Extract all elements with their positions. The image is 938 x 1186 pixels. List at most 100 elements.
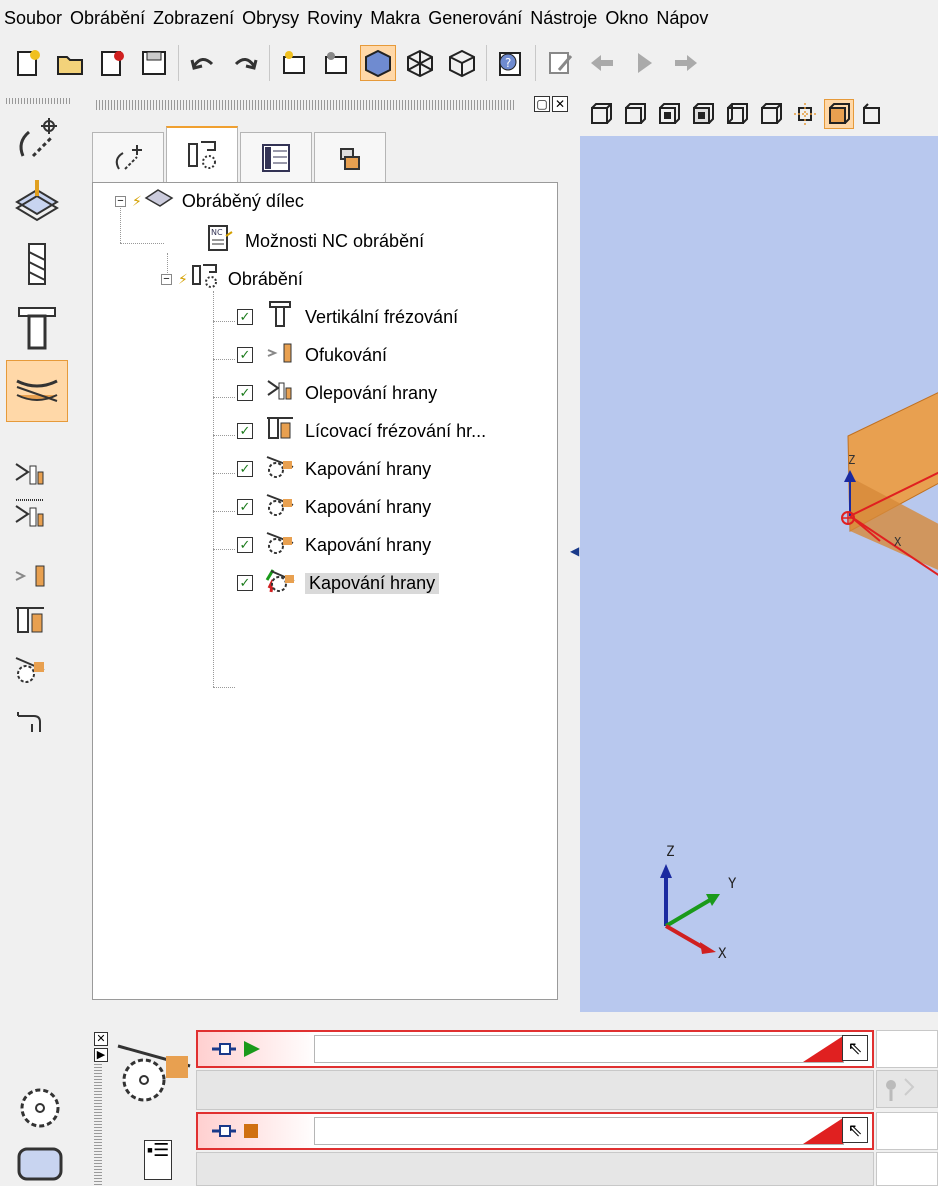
enabled-checkbox[interactable]: ✓ <box>237 347 253 363</box>
menu-zobrazeni[interactable]: Zobrazení <box>149 8 238 29</box>
tree-node-label: Ofukování <box>305 344 388 365</box>
menu-obrysy[interactable]: Obrysy <box>238 8 303 29</box>
edge-banding-icon[interactable] <box>10 456 50 492</box>
enabled-checkbox[interactable]: ✓ <box>237 461 253 477</box>
menu-nastroje[interactable]: Nástroje <box>526 8 601 29</box>
flush-trim-icon <box>263 414 297 449</box>
air-blow-icon[interactable] <box>10 556 50 592</box>
panel-grip[interactable] <box>96 100 516 110</box>
collapse-panel-arrow-icon[interactable]: ◀ <box>570 544 579 558</box>
tree-node-label: Vertikální frézování <box>305 306 459 327</box>
new-document-icon[interactable] <box>10 45 46 81</box>
tree-node-flush-trim[interactable]: ✓ Lícovací frézování hr... <box>237 415 486 447</box>
bottom-panel-close-icon[interactable]: ✕ <box>94 1032 108 1046</box>
enabled-checkbox[interactable]: ✓ <box>237 499 253 515</box>
tree-node-saw-cut-1[interactable]: ✓ Kapování hrany <box>237 453 431 485</box>
undo-icon[interactable] <box>185 45 221 81</box>
part-outline-icon[interactable] <box>10 1140 70 1186</box>
menu-makra[interactable]: Makra <box>366 8 424 29</box>
panel-maximize-icon[interactable]: ▢ <box>534 96 550 112</box>
bottom-panel-grip[interactable] <box>94 1064 102 1186</box>
3d-viewport[interactable]: Z X Z Y X <box>580 136 938 1012</box>
new-part-icon[interactable] <box>276 45 312 81</box>
left-toolbar-grip[interactable] <box>6 98 72 104</box>
view-bottom-icon[interactable] <box>688 99 718 129</box>
enabled-checkbox[interactable]: ✓ <box>237 575 253 591</box>
tree-node-saw-cut-4[interactable]: ✓ Kapování hrany <box>237 567 440 599</box>
tree-node-label: Kapování hrany <box>305 534 432 555</box>
open-folder-icon[interactable] <box>52 45 88 81</box>
tree-node-label: Obrábění <box>227 268 303 289</box>
save-icon[interactable] <box>136 45 172 81</box>
part-z-label: Z <box>848 453 855 467</box>
start-point-field[interactable] <box>314 1035 844 1063</box>
tab-coordinates[interactable] <box>240 132 312 182</box>
collapse-icon[interactable]: − <box>161 273 172 285</box>
close-document-icon[interactable] <box>94 45 130 81</box>
tab-contour[interactable] <box>92 132 164 182</box>
end-point-field[interactable] <box>314 1117 844 1145</box>
view-left-icon[interactable] <box>722 99 752 129</box>
enabled-checkbox[interactable]: ✓ <box>237 537 253 553</box>
tab-machining[interactable] <box>166 126 238 182</box>
barcode-edge-banding-icon[interactable] <box>10 496 50 532</box>
view-top-icon[interactable] <box>654 99 684 129</box>
edit-icon[interactable] <box>542 45 578 81</box>
enabled-checkbox[interactable]: ✓ <box>237 423 253 439</box>
vertical-milling-tool-icon[interactable] <box>6 300 68 356</box>
tree-node-root[interactable]: − ⚡ Obráběný dílec <box>115 185 304 217</box>
tree-connector <box>213 359 235 360</box>
menu-obrabeni[interactable]: Obrábění <box>66 8 149 29</box>
hidden-line-view-icon[interactable] <box>444 45 480 81</box>
tree-node-vertical-milling[interactable]: ✓ Vertikální frézování <box>237 300 459 333</box>
tree-node-label: Olepování hrany <box>305 382 438 403</box>
saw-blade-icon[interactable] <box>10 1078 70 1138</box>
view-iso-icon[interactable] <box>824 99 854 129</box>
enabled-checkbox[interactable]: ✓ <box>237 385 253 401</box>
edge-tool-icon[interactable] <box>6 360 68 422</box>
saw-cut-icon[interactable] <box>10 650 50 686</box>
part-settings-icon[interactable] <box>318 45 354 81</box>
drill-tool-icon[interactable] <box>6 236 68 292</box>
tree-node-nc-options[interactable]: NC Možnosti NC obrábění <box>203 224 424 257</box>
pick-point-icon[interactable]: ⇖ <box>842 1035 868 1061</box>
saw-cut-icon <box>263 490 297 525</box>
pick-point-icon[interactable]: ⇖ <box>842 1117 868 1143</box>
corner-rounding-icon[interactable] <box>10 700 50 736</box>
menu-generovani[interactable]: Generování <box>424 8 526 29</box>
menu-roviny[interactable]: Roviny <box>303 8 366 29</box>
solid-view-icon[interactable] <box>360 45 396 81</box>
info-row <box>196 1070 874 1110</box>
tree-node-saw-cut-3[interactable]: ✓ Kapování hrany <box>237 529 431 561</box>
view-back-icon[interactable] <box>620 99 650 129</box>
panel-close-icon[interactable]: ✕ <box>552 96 568 112</box>
tab-parts[interactable] <box>314 132 386 182</box>
back-arrow-icon[interactable] <box>584 45 620 81</box>
forward-arrow-icon[interactable] <box>668 45 704 81</box>
main-x-arrow <box>700 942 716 954</box>
menu-soubor[interactable]: Soubor <box>0 8 66 29</box>
redo-icon[interactable] <box>227 45 263 81</box>
tree-node-edge-banding[interactable]: ✓ Olepování hrany <box>237 377 437 409</box>
wireframe-view-icon[interactable] <box>402 45 438 81</box>
contour-tool-icon[interactable] <box>6 112 68 168</box>
tree-node-saw-cut-2[interactable]: ✓ Kapování hrany <box>237 491 431 523</box>
plane-tool-icon[interactable] <box>6 172 68 228</box>
view-front-icon[interactable] <box>586 99 616 129</box>
list-properties-icon[interactable]: ▪☰ <box>144 1140 172 1180</box>
tree-connector <box>213 321 235 322</box>
menu-okno[interactable]: Okno <box>601 8 652 29</box>
flush-trim-icon[interactable] <box>10 602 50 638</box>
help-icon[interactable]: ? <box>493 45 529 81</box>
view-perspective-icon[interactable] <box>858 99 888 129</box>
collapse-icon[interactable]: − <box>115 195 126 207</box>
toolbar-separator <box>178 45 179 81</box>
tree-node-machining[interactable]: − ⚡ Obrábění <box>161 263 303 295</box>
enabled-checkbox[interactable]: ✓ <box>237 309 253 325</box>
tree-node-air-blow[interactable]: ✓ Ofukování <box>237 339 387 371</box>
bottom-panel-expand-icon[interactable]: ▶ <box>94 1048 108 1062</box>
menu-napoveda[interactable]: Nápov <box>652 8 712 29</box>
play-icon[interactable] <box>626 45 662 81</box>
view-right-icon[interactable] <box>756 99 786 129</box>
view-rotate-icon[interactable] <box>790 99 820 129</box>
